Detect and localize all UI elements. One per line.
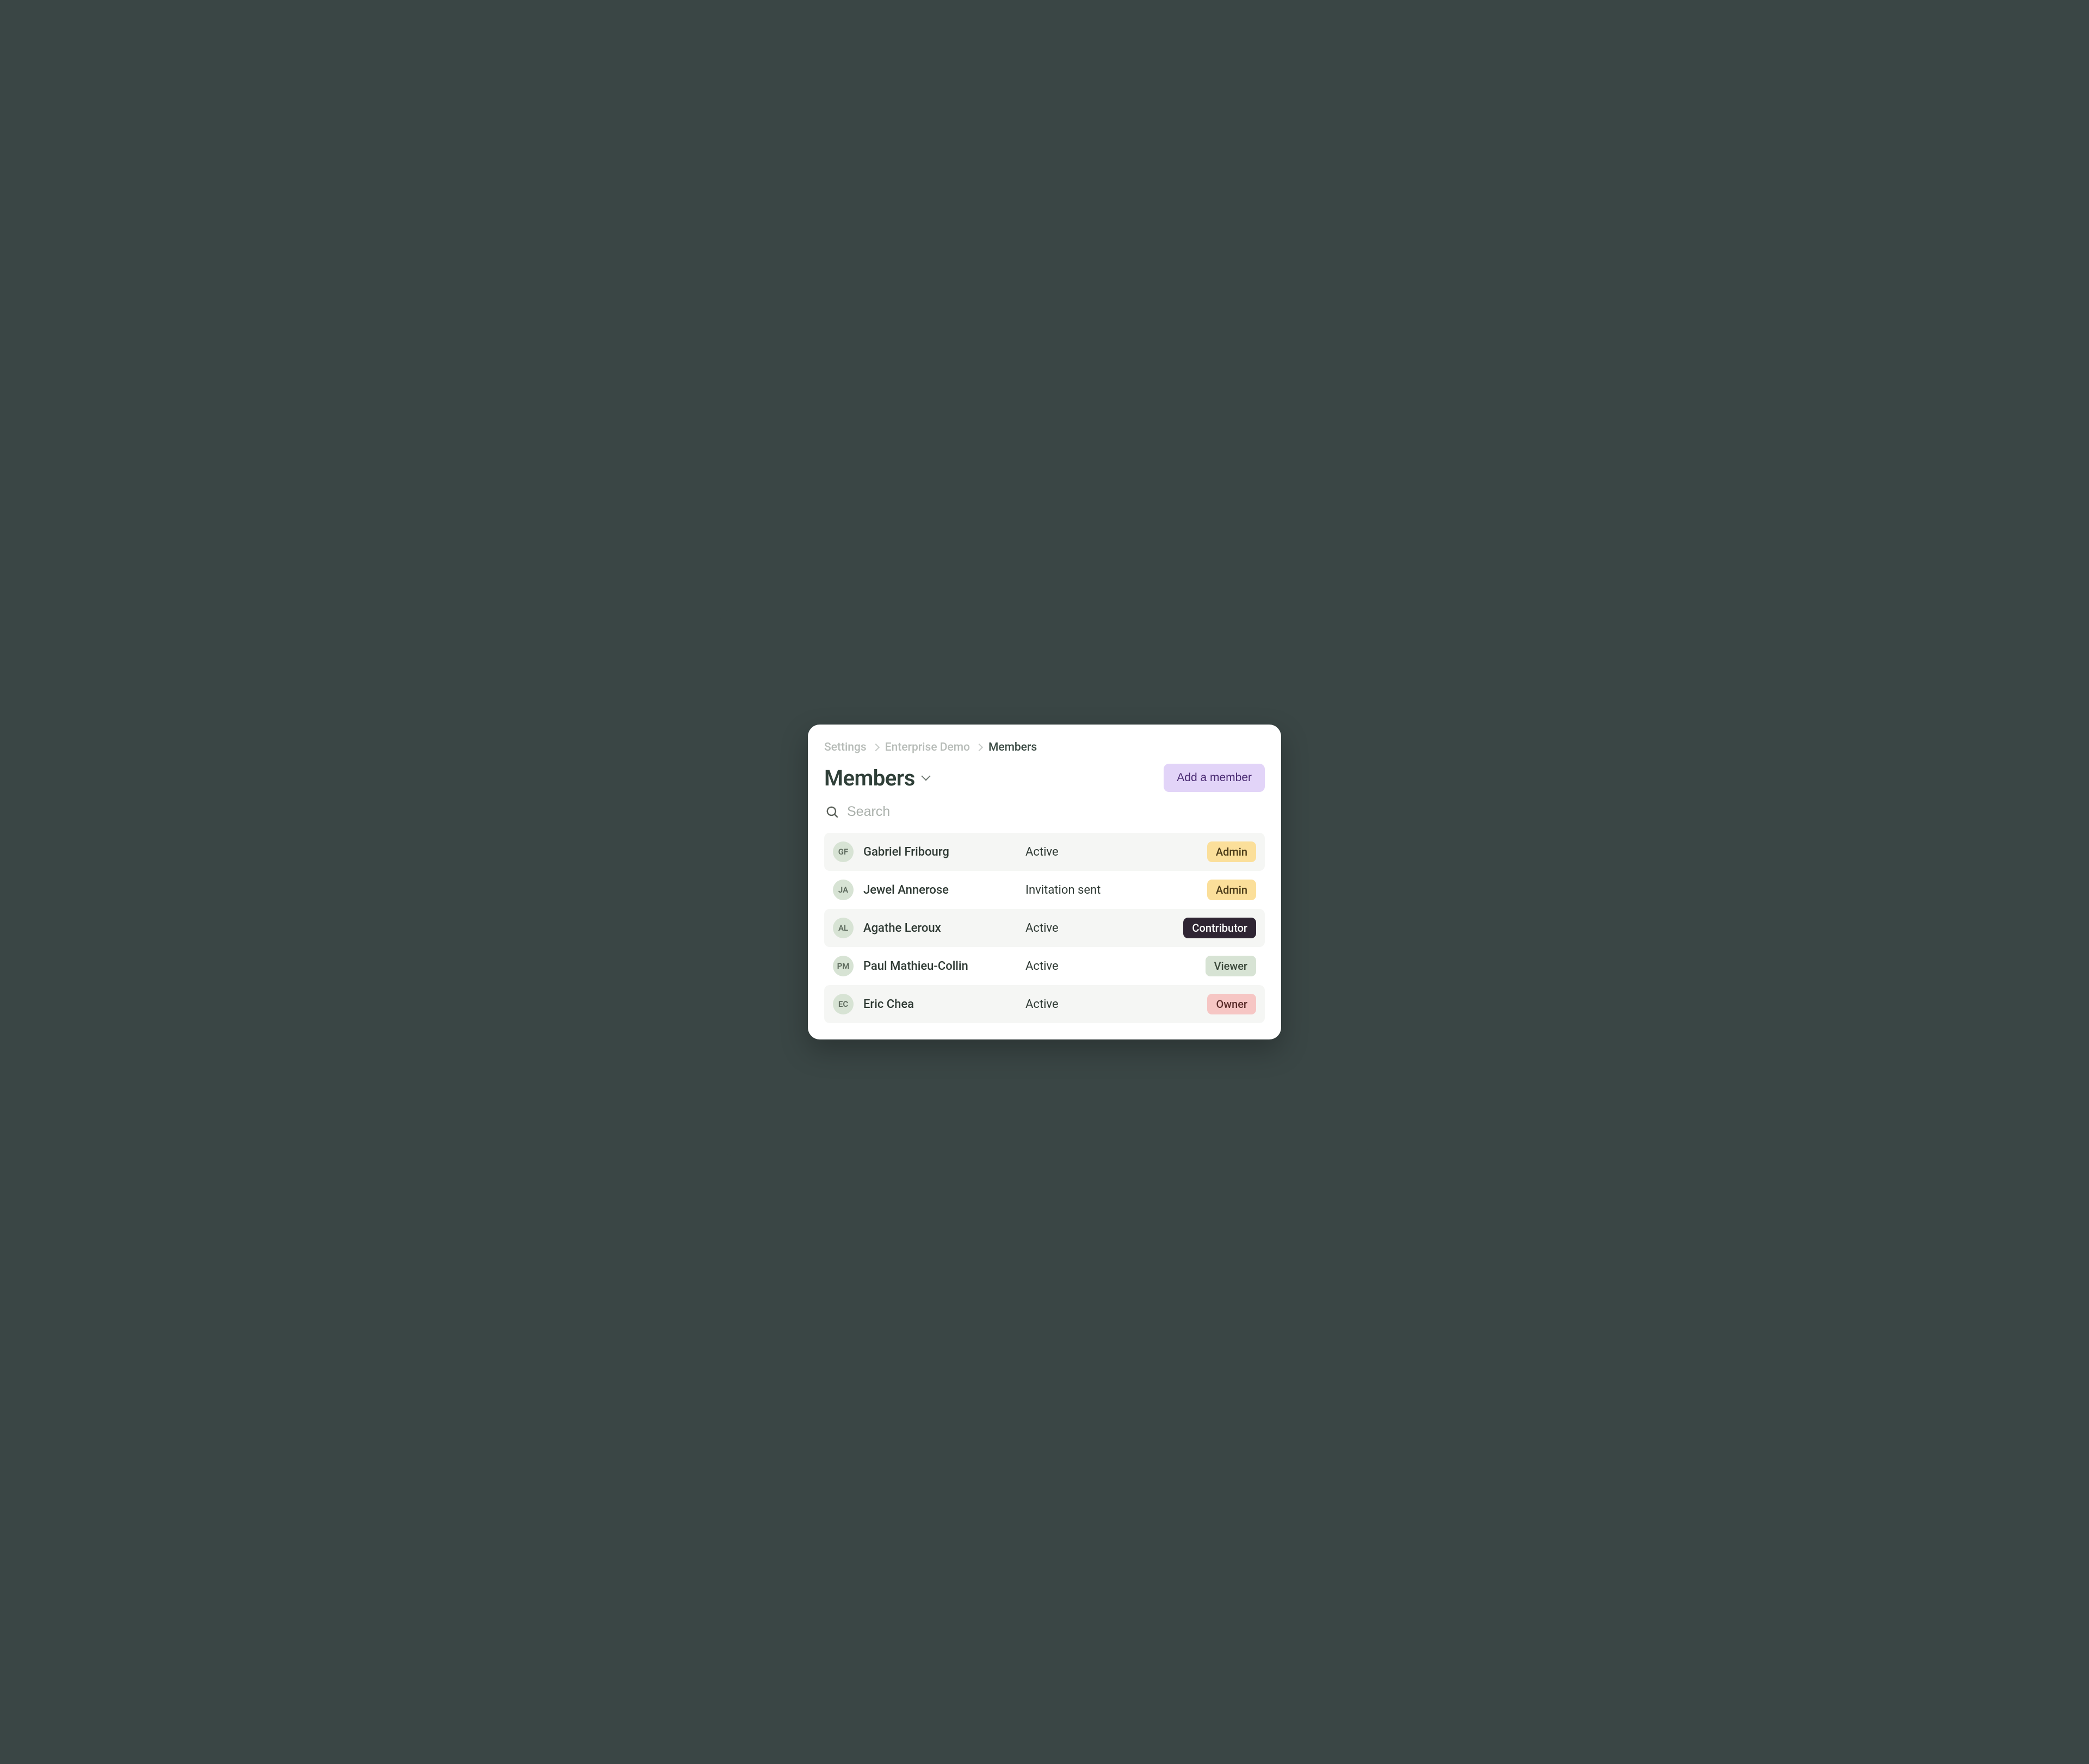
role-badge[interactable]: Contributor — [1183, 918, 1256, 938]
breadcrumb-members: Members — [988, 741, 1037, 754]
member-row[interactable]: GF Gabriel Fribourg Active Admin — [824, 833, 1265, 871]
avatar: PM — [833, 956, 854, 976]
header-row: Members Add a member — [824, 764, 1265, 792]
role-badge[interactable]: Viewer — [1206, 956, 1256, 976]
member-name: Jewel Annerose — [863, 883, 1016, 897]
member-name: Gabriel Fribourg — [863, 845, 1016, 859]
breadcrumb: Settings Enterprise Demo Members — [824, 741, 1265, 754]
search-input[interactable] — [847, 804, 1264, 820]
member-status: Active — [1025, 998, 1197, 1011]
member-row[interactable]: PM Paul Mathieu-Collin Active Viewer — [824, 947, 1265, 985]
member-row[interactable]: JA Jewel Annerose Invitation sent Admin — [824, 871, 1265, 909]
member-name: Eric Chea — [863, 998, 1016, 1011]
members-card: Settings Enterprise Demo Members Members… — [808, 725, 1281, 1039]
avatar: AL — [833, 918, 854, 938]
role-badge[interactable]: Admin — [1207, 880, 1256, 900]
chevron-down-icon — [921, 772, 930, 781]
member-row[interactable]: AL Agathe Leroux Active Contributor — [824, 909, 1265, 947]
page-title-dropdown[interactable]: Members — [824, 765, 929, 791]
member-row[interactable]: EC Eric Chea Active Owner — [824, 985, 1265, 1023]
member-status: Invitation sent — [1025, 883, 1197, 897]
chevron-right-icon — [975, 744, 983, 751]
avatar: EC — [833, 994, 854, 1014]
member-status: Active — [1025, 845, 1197, 859]
member-status: Active — [1025, 921, 1173, 935]
avatar: GF — [833, 841, 854, 862]
app-background: Settings Enterprise Demo Members Members… — [720, 608, 1370, 1156]
avatar: JA — [833, 880, 854, 900]
role-badge[interactable]: Admin — [1207, 841, 1256, 862]
member-name: Agathe Leroux — [863, 921, 1016, 935]
breadcrumb-enterprise-demo[interactable]: Enterprise Demo — [885, 741, 970, 754]
member-status: Active — [1025, 960, 1196, 973]
add-member-button[interactable]: Add a member — [1164, 764, 1265, 792]
page-title: Members — [824, 765, 915, 791]
members-list: GF Gabriel Fribourg Active Admin JA Jewel Ann… — [824, 833, 1265, 1023]
search-row — [824, 802, 1265, 822]
role-badge[interactable]: Owner — [1207, 994, 1256, 1014]
breadcrumb-settings[interactable]: Settings — [824, 741, 867, 754]
chevron-right-icon — [872, 744, 880, 751]
member-name: Paul Mathieu-Collin — [863, 960, 1016, 973]
search-icon — [825, 805, 839, 819]
